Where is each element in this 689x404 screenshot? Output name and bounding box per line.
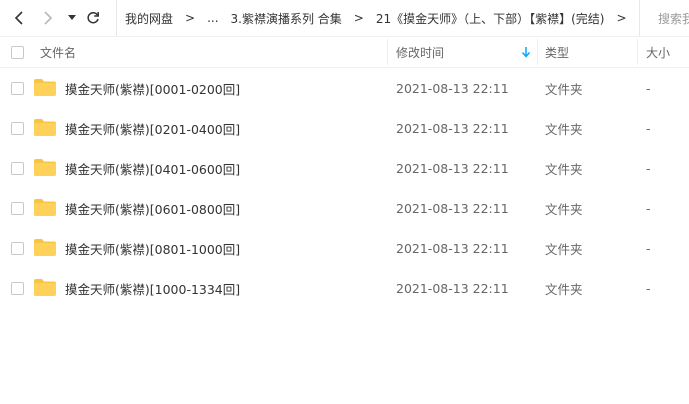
file-size: - [646,120,651,136]
breadcrumb-item-ellipsis[interactable]: ... [207,11,218,25]
file-name[interactable]: 摸金天师(紫襟)[0401-0600回] [65,148,240,188]
file-size: - [646,240,651,256]
file-type: 文件夹 [545,161,583,177]
column-header-size[interactable]: 大小 [646,37,670,67]
file-name[interactable]: 摸金天师(紫襟)[0601-0800回] [65,188,240,228]
breadcrumb-item-collection[interactable]: 3.紫襟演播系列 合集 [231,10,342,27]
file-modified: 2021-08-13 22:11 [396,160,509,176]
breadcrumb-separator: > [616,11,627,25]
column-label-name: 文件名 [40,45,77,60]
toolbar: 我的网盘 > ... 3.紫襟演播系列 合集 > 21《摸金天师》（上、下部）【… [0,0,689,36]
file-modified: 2021-08-13 22:11 [396,200,509,216]
column-label-size: 大小 [646,45,671,60]
file-modified: 2021-08-13 22:11 [396,80,509,96]
forward-button[interactable] [38,8,58,28]
back-button[interactable] [9,8,29,28]
file-row[interactable]: 摸金天师(紫襟)[0601-0800回] 2021-08-13 22:11 文件… [0,188,689,228]
file-row[interactable]: 摸金天师(紫襟)[0801-1000回] 2021-08-13 22:11 文件… [0,228,689,268]
file-row[interactable]: 摸金天师(紫襟)[0401-0600回] 2021-08-13 22:11 文件… [0,148,689,188]
row-checkbox[interactable] [11,282,24,295]
file-size: - [646,80,651,96]
file-size: - [646,160,651,176]
column-divider[interactable] [387,39,388,65]
file-type: 文件夹 [545,121,583,137]
search-input[interactable]: 搜索我 [639,0,689,36]
row-checkbox[interactable] [11,82,24,95]
search-placeholder: 搜索我 [658,11,689,26]
column-label-type: 类型 [545,45,570,60]
file-row[interactable]: 摸金天师(紫襟)[0001-0200回] 2021-08-13 22:11 文件… [0,68,689,108]
file-name[interactable]: 摸金天师(紫襟)[1000-1334回] [65,268,240,308]
column-divider[interactable] [637,39,638,65]
refresh-icon [87,11,99,24]
breadcrumb: 我的网盘 > ... 3.紫襟演播系列 合集 > 21《摸金天师》（上、下部）【… [116,0,689,36]
folder-icon [34,119,56,136]
file-name[interactable]: 摸金天师(紫襟)[0801-1000回] [65,228,240,268]
column-header-modified[interactable]: 修改时间 [396,37,444,67]
file-list-header: 文件名 修改时间 类型 大小 [0,36,689,68]
row-checkbox[interactable] [11,122,24,135]
column-header-type[interactable]: 类型 [545,37,569,67]
file-type: 文件夹 [545,81,583,97]
file-size: - [646,200,651,216]
sort-down-arrow-icon[interactable] [521,46,531,58]
folder-icon [34,199,56,216]
file-size: - [646,280,651,296]
file-modified: 2021-08-13 22:11 [396,120,509,136]
chevron-left-icon [14,11,23,25]
breadcrumb-item-current[interactable]: 21《摸金天师》（上、下部）【紫襟】(完结) [376,10,605,27]
select-all-checkbox[interactable] [11,46,24,59]
column-header-name[interactable]: 文件名 [40,37,76,67]
breadcrumb-separator: > [353,11,364,25]
file-name[interactable]: 摸金天师(紫襟)[0201-0400回] [65,108,240,148]
row-checkbox[interactable] [11,162,24,175]
file-modified: 2021-08-13 22:11 [396,280,509,296]
refresh-button[interactable] [83,8,103,28]
file-name[interactable]: 摸金天师(紫襟)[0001-0200回] [65,68,240,108]
history-dropdown-button[interactable] [62,8,82,28]
file-row[interactable]: 摸金天师(紫襟)[1000-1334回] 2021-08-13 22:11 文件… [0,268,689,308]
folder-icon [34,79,56,96]
file-type: 文件夹 [545,281,583,297]
row-checkbox[interactable] [11,202,24,215]
file-row[interactable]: 摸金天师(紫襟)[0201-0400回] 2021-08-13 22:11 文件… [0,108,689,148]
column-divider[interactable] [537,39,538,65]
file-list: 摸金天师(紫襟)[0001-0200回] 2021-08-13 22:11 文件… [0,68,689,308]
caret-down-icon [68,15,76,20]
file-type: 文件夹 [545,201,583,217]
file-modified: 2021-08-13 22:11 [396,240,509,256]
row-checkbox[interactable] [11,242,24,255]
folder-icon [34,159,56,176]
chevron-right-icon [44,11,53,25]
breadcrumb-separator: > [185,11,196,25]
breadcrumb-item-root[interactable]: 我的网盘 [125,10,173,27]
column-label-modified: 修改时间 [396,45,445,60]
folder-icon [34,239,56,256]
file-type: 文件夹 [545,241,583,257]
folder-icon [34,279,56,296]
